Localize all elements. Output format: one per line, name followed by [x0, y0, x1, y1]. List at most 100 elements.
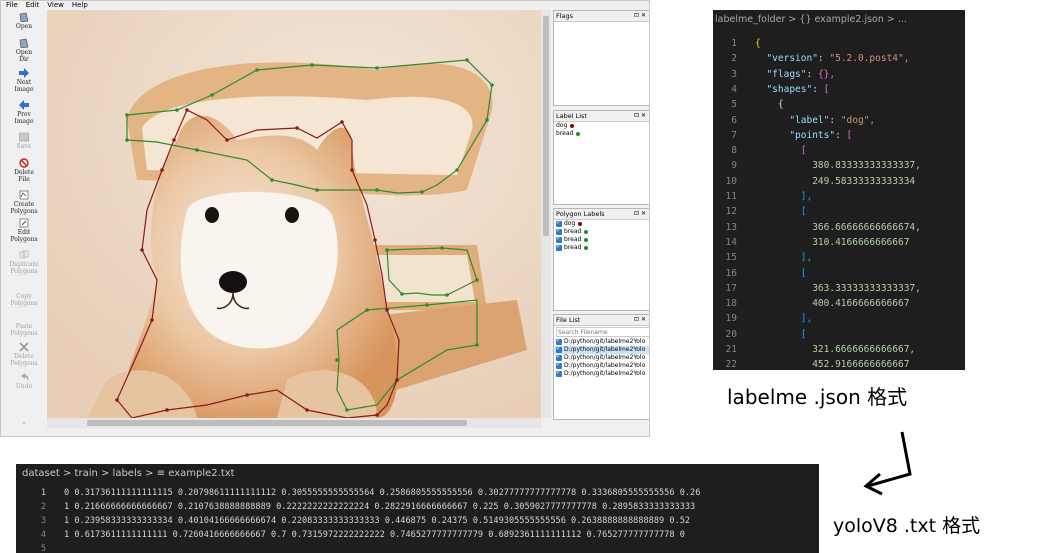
- polygon-label-item[interactable]: bread: [554, 228, 649, 236]
- toolbar-more-icon[interactable]: »: [1, 420, 47, 427]
- file-search-input[interactable]: [556, 327, 649, 337]
- breadcrumb[interactable]: dataset > train > labels > ≡ example2.tx…: [22, 466, 235, 482]
- label-list-item[interactable]: bread: [554, 130, 649, 138]
- checkbox[interactable]: [556, 362, 562, 369]
- code-text: 363.33333333333337,: [755, 282, 921, 294]
- create-polygons-icon: [19, 190, 29, 200]
- line-number: 19: [725, 313, 737, 325]
- save-icon: [19, 132, 29, 142]
- delete-file-button[interactable]: Delete File: [1, 158, 47, 183]
- code-text: 1 0.6173611111111111 0.7260416666666667 …: [64, 530, 685, 540]
- file-list-item[interactable]: D:/python/git/labelme2Yolo: [554, 338, 649, 346]
- line-number: 11: [725, 191, 737, 202]
- label-color-dot: [578, 221, 583, 226]
- menu-edit[interactable]: Edit: [26, 1, 40, 9]
- checkbox[interactable]: [556, 338, 562, 345]
- next-image-button[interactable]: Next Image: [1, 68, 47, 93]
- canvas-horizontal-scrollbar[interactable]: [47, 418, 541, 428]
- paste-polygons-button[interactable]: Paste Polygons: [1, 312, 47, 337]
- code-line: 19 ],: [713, 311, 965, 326]
- dock-controls[interactable]: ⊡ ✕: [634, 111, 646, 121]
- edit-polygons-button[interactable]: Edit Polygons: [1, 218, 47, 243]
- line-number: 8: [731, 145, 737, 157]
- code-line: 5 {: [713, 97, 965, 112]
- file-list-item[interactable]: D:/python/git/labelme2Yolo: [554, 370, 649, 378]
- tool-label: Create Polygons: [10, 201, 38, 215]
- code-line: 12 [: [713, 204, 965, 219]
- line-number: 7: [731, 129, 737, 141]
- polygon-label-item[interactable]: bread: [554, 244, 649, 252]
- code-line: 9 380.83333333333337,: [713, 158, 965, 173]
- next-image-icon: [19, 68, 29, 78]
- menu-help[interactable]: Help: [72, 1, 88, 9]
- menu-bar: File Edit View Help: [1, 1, 649, 10]
- label-list-item[interactable]: dog: [554, 122, 649, 130]
- code-text: 380.83333333333337,: [755, 160, 921, 172]
- duplicate-polygons-icon: [19, 250, 29, 259]
- polygon-label-item[interactable]: bread: [554, 236, 649, 244]
- duplicate-polygons-button[interactable]: Duplicate Polygons: [1, 250, 47, 275]
- copy-polygons-button[interactable]: Copy Polygons: [1, 282, 47, 307]
- code-line: 5: [16, 542, 819, 553]
- create-polygons-button[interactable]: Create Polygons: [1, 190, 47, 215]
- dock-controls[interactable]: ⊡ ✕: [634, 11, 646, 21]
- open-dir-button[interactable]: Open Dir: [1, 38, 47, 63]
- checkbox[interactable]: [556, 354, 562, 361]
- label-color-dot: [584, 237, 589, 242]
- code-text: 0 0.31736111111111115 0.2079861111111111…: [64, 488, 701, 498]
- code-line: 15 ],: [713, 250, 965, 265]
- dock-controls[interactable]: ⊡ ✕: [634, 209, 646, 219]
- breadcrumb[interactable]: labelme_folder > {} example2.json > ...: [713, 10, 965, 30]
- label-color-dot: [584, 229, 589, 234]
- tool-label: Open: [15, 23, 33, 30]
- line-number: 14: [725, 236, 737, 248]
- prev-image-button[interactable]: Prev Image: [1, 100, 47, 125]
- line-number: 4: [731, 83, 737, 95]
- delete-polygons-button[interactable]: Delete Polygons: [1, 342, 47, 367]
- code-text: 1 0.23958333333333334 0.4010416666666667…: [64, 516, 691, 526]
- line-number: 17: [725, 282, 737, 294]
- checkbox[interactable]: [556, 236, 562, 243]
- label-color-dot: [570, 123, 575, 128]
- checkbox[interactable]: [556, 228, 562, 235]
- code-text: {: [755, 38, 761, 49]
- checkbox[interactable]: [556, 244, 562, 251]
- checkbox[interactable]: [556, 220, 562, 227]
- menu-file[interactable]: File: [6, 1, 18, 9]
- tool-label: Copy Polygons: [10, 293, 38, 307]
- line-number: 18: [725, 298, 737, 310]
- annotation-canvas[interactable]: [47, 10, 541, 418]
- open-button[interactable]: Open: [1, 12, 47, 30]
- file-list-item[interactable]: D:/python/git/labelme2Yolo: [554, 362, 649, 370]
- undo-button[interactable]: Undo: [1, 372, 47, 390]
- code-text: 366.66666666666674,: [755, 221, 921, 233]
- polygon-label-name: bread: [564, 236, 582, 243]
- code-text: "shapes": [: [755, 83, 830, 95]
- flags-title: Flags: [556, 12, 574, 20]
- code-line: 6 "label": "dog",: [713, 113, 965, 128]
- tool-label: Prev Image: [14, 111, 34, 125]
- menu-view[interactable]: View: [47, 1, 64, 9]
- file-path: D:/python/git/labelme2Yolo: [564, 362, 646, 369]
- line-number: 13: [725, 221, 737, 233]
- paste-polygons-icon: [18, 312, 30, 322]
- line-number: 9: [731, 160, 737, 172]
- checkbox[interactable]: [556, 370, 562, 377]
- checkbox[interactable]: [556, 346, 562, 353]
- code-line: 7 "points": [: [713, 128, 965, 143]
- save-button[interactable]: Save: [1, 132, 47, 150]
- file-path: D:/python/git/labelme2Yolo: [564, 338, 646, 345]
- line-number: 4: [40, 530, 46, 540]
- code-line: 13 366.66666666666674,: [713, 220, 965, 235]
- labelme-window: File Edit View Help Open Open Dir Next Image P…: [0, 0, 650, 437]
- file-list-item[interactable]: D:/python/git/labelme2Yolo: [554, 354, 649, 362]
- canvas-vertical-scrollbar[interactable]: [541, 10, 551, 418]
- code-text: {: [755, 99, 784, 111]
- file-list-item[interactable]: D:/python/git/labelme2Yolo: [554, 346, 649, 354]
- code-text: ],: [755, 313, 813, 325]
- dock-controls[interactable]: ⊡ ✕: [634, 315, 646, 325]
- code-text: "points": [: [755, 129, 853, 141]
- label-color-dot: [576, 131, 581, 136]
- polygon-label-item[interactable]: dog: [554, 220, 649, 228]
- code-line: 1{: [713, 36, 965, 51]
